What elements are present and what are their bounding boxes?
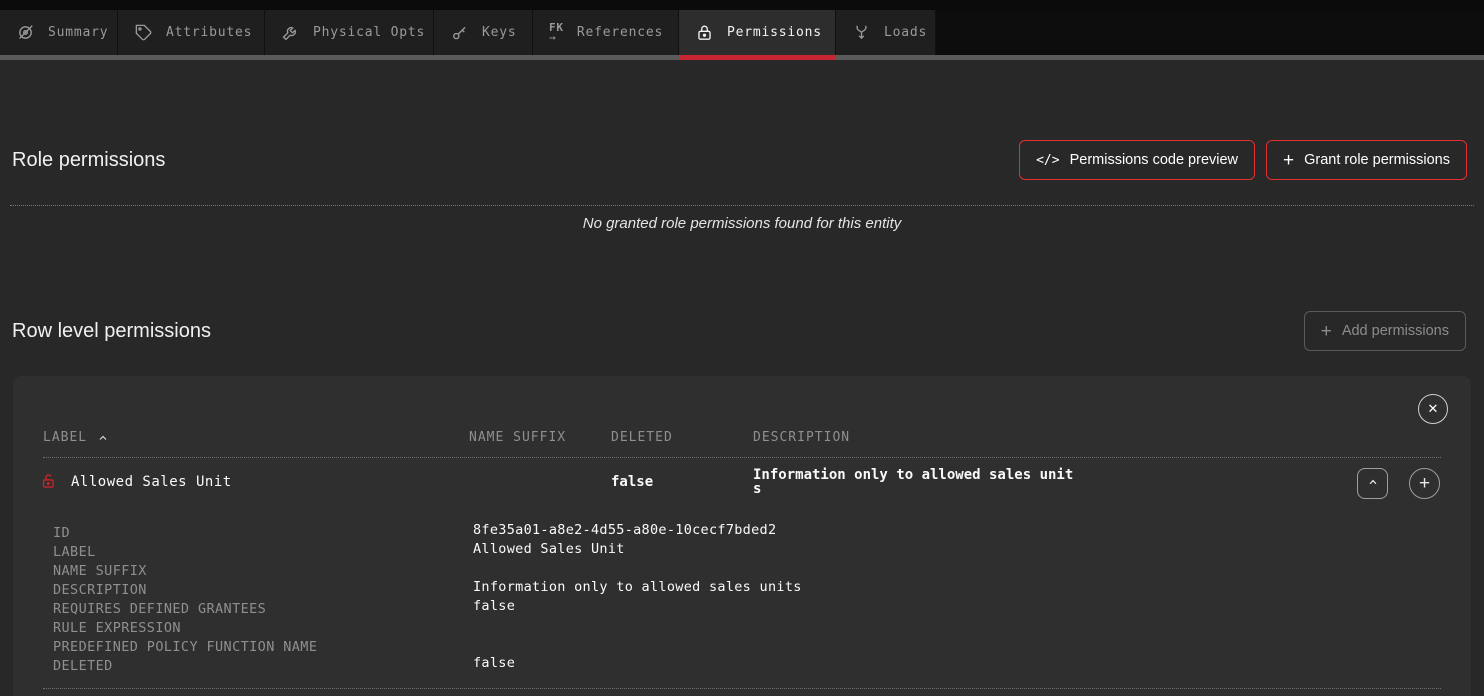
merge-icon	[852, 23, 871, 42]
detail-label: ID	[53, 525, 70, 541]
permissions-code-preview-button[interactable]: </> Permissions code preview	[1019, 140, 1255, 180]
detail-value: false	[473, 598, 515, 614]
detail-label: REQUIRES DEFINED GRANTEES	[53, 601, 266, 617]
detail-label: NAME SUFFIX	[53, 563, 147, 579]
detail-value: 8fe35a01-a8e2-4d55-a80e-10cecf7bded2	[473, 522, 776, 538]
detail-label: LABEL	[53, 544, 96, 560]
plus-icon: +	[1419, 473, 1430, 495]
detail-row: ID 8fe35a01-a8e2-4d55-a80e-10cecf7bded2	[53, 522, 1441, 541]
grant-role-permissions-button[interactable]: + Grant role permissions	[1266, 140, 1467, 180]
header-divider	[43, 457, 1441, 458]
wrench-icon	[281, 23, 300, 42]
tab-physical-opts[interactable]: Physical Opts	[265, 10, 434, 55]
permission-details: ID 8fe35a01-a8e2-4d55-a80e-10cecf7bded2 …	[53, 522, 1441, 674]
chevron-up-icon	[1366, 475, 1380, 492]
lock-open-icon	[40, 472, 57, 494]
column-header-label[interactable]: LABEL	[43, 430, 109, 445]
tab-label: References	[577, 25, 663, 40]
detail-label: PREDEFINED POLICY FUNCTION NAME	[53, 639, 317, 655]
tab-label: Permissions	[727, 25, 822, 40]
key-icon	[450, 23, 469, 42]
detail-row: REQUIRES DEFINED GRANTEES false	[53, 598, 1441, 617]
detail-row: LABEL Allowed Sales Unit	[53, 541, 1441, 560]
row-level-permissions-header: Row level permissions + Add permissions	[12, 311, 1466, 351]
tab-label: Physical Opts	[313, 25, 425, 40]
tab-label: Summary	[48, 25, 108, 40]
tab-references[interactable]: FK → References	[533, 10, 679, 55]
detail-row: RULE EXPRESSION	[53, 617, 1441, 636]
empty-role-permissions-message: No granted role permissions found for th…	[0, 215, 1484, 232]
collapse-row-button[interactable]	[1357, 468, 1388, 499]
permission-row-label[interactable]: Allowed Sales Unit	[71, 474, 232, 490]
scan-icon	[16, 23, 35, 42]
detail-value: Allowed Sales Unit	[473, 541, 625, 557]
detail-row: PREDEFINED POLICY FUNCTION NAME	[53, 636, 1441, 655]
detail-value: false	[473, 655, 515, 671]
close-panel-button[interactable]: ✕	[1418, 394, 1448, 424]
add-permissions-button[interactable]: + Add permissions	[1304, 311, 1466, 351]
tab-bar: Summary Attributes Physical Opts	[0, 10, 1484, 55]
column-header-description[interactable]: DESCRIPTION	[753, 430, 850, 445]
tab-attributes[interactable]: Attributes	[118, 10, 265, 55]
tab-permissions[interactable]: Permissions	[679, 10, 836, 55]
section-divider	[10, 205, 1474, 206]
foreign-key-icon: FK →	[549, 23, 564, 42]
row-level-permissions-title: Row level permissions	[12, 320, 211, 343]
tag-icon	[134, 23, 153, 42]
detail-row: DELETED false	[53, 655, 1441, 674]
permission-row-description: Information only to allowed sales units	[753, 469, 1077, 496]
column-header-deleted[interactable]: DELETED	[611, 430, 673, 445]
tab-label: Keys	[482, 25, 517, 40]
role-permissions-actions: </> Permissions code preview + Grant rol…	[1019, 140, 1467, 180]
plus-icon: +	[1321, 322, 1332, 341]
detail-row: DESCRIPTION Information only to allowed …	[53, 579, 1441, 598]
code-icon: </>	[1036, 153, 1059, 168]
top-strip	[0, 0, 1484, 10]
tab-loads[interactable]: Loads	[836, 10, 936, 55]
detail-value: Information only to allowed sales units	[473, 579, 802, 595]
role-permissions-header: Role permissions </> Permissions code pr…	[12, 140, 1467, 180]
tab-label: Attributes	[166, 25, 252, 40]
row-level-permissions-actions: + Add permissions	[1304, 311, 1466, 351]
detail-label: DELETED	[53, 658, 113, 674]
lock-icon	[695, 23, 714, 42]
close-icon: ✕	[1428, 401, 1439, 417]
entity-permissions-page: Summary Attributes Physical Opts	[0, 0, 1484, 696]
add-grantee-button[interactable]: +	[1409, 468, 1440, 499]
plus-icon: +	[1283, 151, 1294, 170]
detail-label: RULE EXPRESSION	[53, 620, 181, 636]
detail-label: DESCRIPTION	[53, 582, 147, 598]
tab-summary[interactable]: Summary	[0, 10, 118, 55]
sort-ascending-icon	[97, 432, 109, 444]
row-divider	[43, 688, 1441, 689]
detail-row: NAME SUFFIX	[53, 560, 1441, 579]
role-permissions-title: Role permissions	[12, 149, 165, 172]
tab-label: Loads	[884, 25, 927, 40]
permission-row-deleted: false	[611, 474, 653, 490]
row-level-permissions-panel: ✕ LABEL NAME SUFFIX DELETED DESCRIPTION	[13, 376, 1471, 696]
column-header-name-suffix[interactable]: NAME SUFFIX	[469, 430, 566, 445]
tab-keys[interactable]: Keys	[434, 10, 533, 55]
